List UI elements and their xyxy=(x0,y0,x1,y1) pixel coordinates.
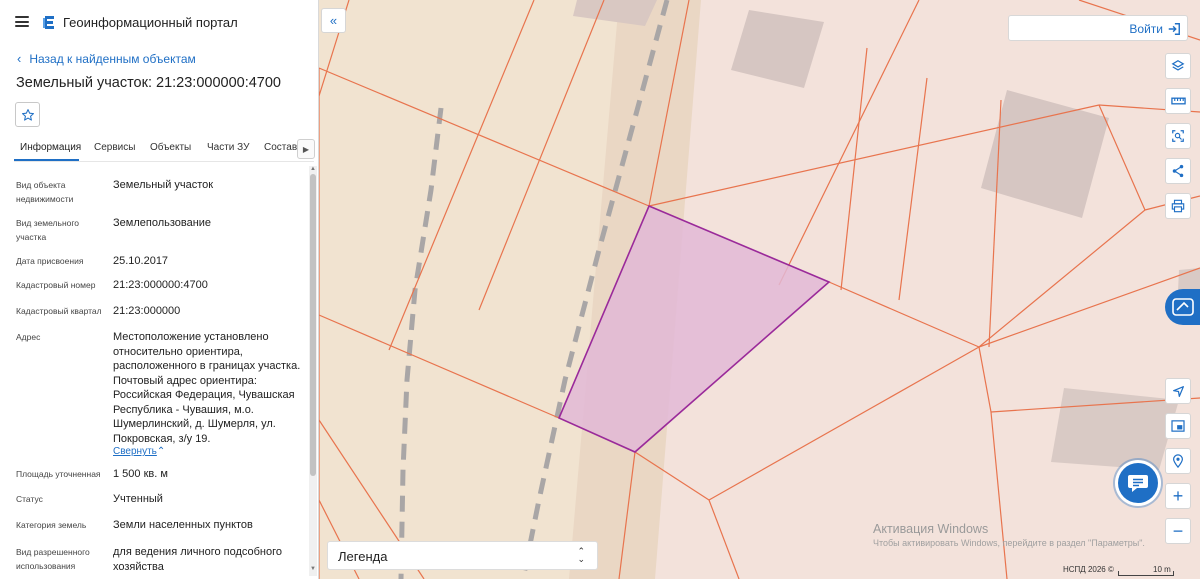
print-icon xyxy=(1171,199,1185,213)
map-layer[interactable] xyxy=(319,0,1200,579)
info-sidebar: Геоинформационный портал ‹ Назад к найден… xyxy=(0,0,319,579)
chevron-up-icon: ⌃ xyxy=(156,446,166,457)
property-label: Дата присвоения xyxy=(16,256,84,266)
ruler-button[interactable] xyxy=(1165,88,1191,114)
property-value: Местоположение установлено относительно … xyxy=(113,331,301,445)
side-panel-toggle[interactable] xyxy=(1165,289,1200,325)
legend-label: Легенда xyxy=(338,549,388,564)
portal-logo-icon xyxy=(43,16,54,29)
map-pin-button[interactable] xyxy=(1165,448,1191,474)
property-label: Вид земельного участка xyxy=(16,218,80,242)
tab-objects[interactable]: Объекты xyxy=(150,142,191,153)
property-value: Земли населенных пунктов xyxy=(113,519,253,531)
side-panel-icon xyxy=(1172,298,1194,316)
collapse-panel-button[interactable]: « xyxy=(321,8,346,33)
layers-button[interactable] xyxy=(1165,53,1191,79)
share-icon xyxy=(1172,164,1184,178)
property-value: 21:23:000000 xyxy=(113,305,181,317)
properties-scrollbar[interactable] xyxy=(309,166,317,576)
property-label: Кадастровый квартал xyxy=(16,306,102,316)
locate-button[interactable] xyxy=(1165,378,1191,404)
expand-collapse-icon: ⌃ ⌄ xyxy=(577,546,585,564)
tabs-scroll-right-button[interactable]: ▶ xyxy=(297,139,315,159)
minimap-button[interactable] xyxy=(1165,413,1191,439)
property-label: Вид разрешенного использования xyxy=(16,547,90,571)
zoom-in-button[interactable]: + xyxy=(1165,483,1191,509)
legend-panel-toggle[interactable]: Легенда ⌃ ⌄ xyxy=(327,541,598,570)
star-icon xyxy=(21,108,34,121)
chat-button[interactable] xyxy=(1118,463,1158,503)
select-area-icon xyxy=(1172,130,1184,142)
menu-icon[interactable] xyxy=(15,16,29,27)
object-tabs: Информация Сервисы Объекты Части ЗУ Сост… xyxy=(14,138,314,162)
tab-composition[interactable]: Состав xyxy=(264,142,297,153)
collapse-address-link[interactable]: Свернуть xyxy=(113,446,157,457)
properties-list: Вид объекта недвижимости Земельный участ… xyxy=(14,166,306,579)
property-label: Категория земель xyxy=(16,520,87,530)
chevron-left-icon: ‹ xyxy=(17,51,22,66)
sidebar-header: Геоинформационный портал xyxy=(0,0,318,44)
tab-parts[interactable]: Части ЗУ xyxy=(207,142,249,153)
plus-icon: + xyxy=(1172,486,1184,506)
login-button[interactable]: Войти xyxy=(1008,15,1188,41)
favorite-button[interactable] xyxy=(15,102,40,127)
property-value: Землепользование xyxy=(113,217,212,229)
building xyxy=(731,10,824,88)
scroll-up-arrow-icon[interactable]: ▲ xyxy=(310,166,316,172)
portal-title: Геоинформационный портал xyxy=(63,15,238,30)
property-label: Кадастровый номер xyxy=(16,280,96,290)
double-chevron-left-icon: « xyxy=(329,13,338,28)
minus-icon: − xyxy=(1172,521,1184,541)
scale-bar xyxy=(1118,571,1174,576)
locate-icon xyxy=(1172,385,1184,397)
collapse-link-label: Свернуть xyxy=(113,446,157,457)
tab-services[interactable]: Сервисы xyxy=(94,142,135,153)
property-value: 1 500 кв. м xyxy=(113,468,168,480)
zoom-out-button[interactable]: − xyxy=(1165,518,1191,544)
share-button[interactable] xyxy=(1165,158,1191,184)
windows-activation-subtitle: Чтобы активировать Windows, перейдите в … xyxy=(873,538,1145,548)
ruler-icon xyxy=(1170,97,1186,105)
property-value: Земельный участок xyxy=(113,179,214,191)
scrollbar-thumb[interactable] xyxy=(310,174,316,476)
chat-icon xyxy=(1128,475,1148,492)
property-value: 21:23:000000:4700 xyxy=(113,279,208,291)
property-label: Адрес xyxy=(16,332,41,342)
property-label: Статус xyxy=(16,494,43,504)
windows-activation-title: Активация Windows xyxy=(873,522,989,536)
map-pin-icon xyxy=(1173,454,1183,468)
select-area-button[interactable] xyxy=(1165,123,1191,149)
object-title: Земельный участок: 21:23:000000:4700 xyxy=(16,75,281,91)
layers-icon xyxy=(1171,60,1185,71)
map-attribution: НСПД 2026 © xyxy=(1063,565,1114,574)
back-link-label: Назад к найденным объектам xyxy=(29,52,196,66)
back-to-results-link[interactable]: ‹ Назад к найденным объектам xyxy=(17,51,196,66)
login-label: Войти xyxy=(1129,22,1163,36)
property-value: для ведения личного подсобного хозяйства xyxy=(113,546,283,573)
property-label: Площадь уточненная xyxy=(16,469,101,479)
minimap-icon xyxy=(1171,420,1185,432)
sign-in-icon xyxy=(1168,23,1180,35)
scroll-down-arrow-icon[interactable]: ▼ xyxy=(310,566,316,572)
property-label: Вид объекта недвижимости xyxy=(16,180,74,204)
address-collapse-wrap: Свернуть⌃ xyxy=(113,444,303,460)
active-tab-indicator xyxy=(14,159,79,161)
print-button[interactable] xyxy=(1165,193,1191,219)
property-value: Учтенный xyxy=(113,493,163,505)
property-value: 25.10.2017 xyxy=(113,255,169,267)
tab-information[interactable]: Информация xyxy=(20,142,81,153)
map-canvas[interactable] xyxy=(319,0,1200,579)
